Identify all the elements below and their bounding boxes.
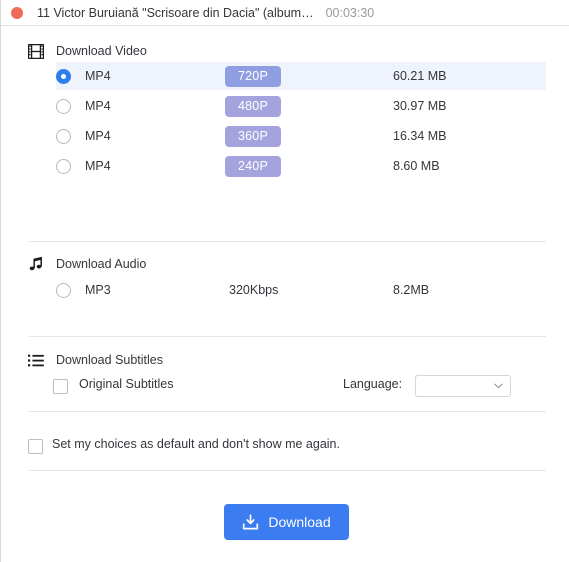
row-highlight bbox=[56, 152, 546, 180]
divider bbox=[29, 411, 546, 412]
video-format: MP4 bbox=[85, 129, 111, 143]
video-format: MP4 bbox=[85, 69, 111, 83]
video-quality-badge: 720P bbox=[225, 65, 281, 87]
video-quality-badge: 240P bbox=[225, 155, 281, 177]
defaults-row: Set my choices as default and don't show… bbox=[1, 436, 569, 458]
download-button[interactable]: Download bbox=[224, 504, 349, 540]
video-size: 60.21 MB bbox=[393, 69, 447, 83]
video-format: MP4 bbox=[85, 159, 111, 173]
chevron-down-icon bbox=[491, 376, 505, 396]
subtitles-section-heading: Download Subtitles bbox=[27, 351, 163, 369]
audio-section-label: Download Audio bbox=[56, 257, 147, 271]
music-note-icon bbox=[27, 255, 45, 273]
media-duration: 00:03:30 bbox=[325, 5, 375, 20]
page-title: 11 Victor Buruiană "Scrisoare din Dacia"… bbox=[37, 5, 314, 20]
video-options-list: MP4 720P 60.21 MB MP4 480P 30.97 MB MP4 … bbox=[1, 62, 569, 180]
video-quality-badge: 480P bbox=[225, 95, 281, 117]
audio-size: 8.2MB bbox=[393, 283, 430, 297]
table-row[interactable]: MP4 720P 60.21 MB bbox=[1, 62, 569, 90]
audio-format: MP3 bbox=[85, 283, 111, 297]
subtitles-section-label: Download Subtitles bbox=[56, 353, 164, 367]
table-row[interactable]: MP4 240P 8.60 MB bbox=[1, 152, 569, 180]
set-default-label: Set my choices as default and don't show… bbox=[52, 437, 340, 451]
divider bbox=[29, 470, 546, 471]
video-quality-badge: 360P bbox=[225, 125, 281, 147]
original-subtitles-checkbox[interactable] bbox=[53, 379, 68, 394]
subtitles-options-row: Original Subtitles Language: bbox=[1, 375, 569, 399]
download-dialog-window: 11 Victor Buruiană "Scrisoare din Dacia"… bbox=[0, 0, 569, 562]
download-tray-icon bbox=[242, 513, 259, 531]
audio-bitrate: 320Kbps bbox=[229, 283, 279, 297]
row-highlight bbox=[56, 122, 546, 150]
titlebar: 11 Victor Buruiană "Scrisoare din Dacia"… bbox=[1, 0, 569, 26]
video-radio[interactable] bbox=[56, 68, 71, 84]
video-radio[interactable] bbox=[56, 158, 71, 174]
video-section-heading: Download Video bbox=[27, 42, 147, 60]
audio-option-row[interactable]: MP3 320Kbps 8.2MB bbox=[1, 278, 569, 302]
video-radio[interactable] bbox=[56, 98, 71, 114]
download-button-label: Download bbox=[268, 514, 331, 530]
film-icon bbox=[27, 42, 45, 60]
row-highlight bbox=[56, 62, 546, 90]
video-radio[interactable] bbox=[56, 128, 71, 144]
list-icon bbox=[27, 351, 45, 369]
set-default-checkbox[interactable] bbox=[28, 439, 43, 454]
video-size: 8.60 MB bbox=[393, 159, 440, 173]
audio-section-heading: Download Audio bbox=[27, 255, 146, 273]
divider bbox=[29, 336, 546, 337]
language-select[interactable] bbox=[415, 375, 511, 397]
row-highlight bbox=[56, 92, 546, 120]
video-size: 30.97 MB bbox=[393, 99, 447, 113]
original-subtitles-label: Original Subtitles bbox=[79, 377, 174, 391]
table-row[interactable]: MP4 360P 16.34 MB bbox=[1, 122, 569, 150]
divider bbox=[29, 241, 546, 242]
table-row[interactable]: MP4 480P 30.97 MB bbox=[1, 92, 569, 120]
close-dot-icon[interactable] bbox=[11, 6, 23, 19]
video-size: 16.34 MB bbox=[393, 129, 447, 143]
video-format: MP4 bbox=[85, 99, 111, 113]
audio-radio[interactable] bbox=[56, 282, 71, 298]
language-label: Language: bbox=[343, 377, 403, 391]
video-section-label: Download Video bbox=[56, 44, 147, 58]
